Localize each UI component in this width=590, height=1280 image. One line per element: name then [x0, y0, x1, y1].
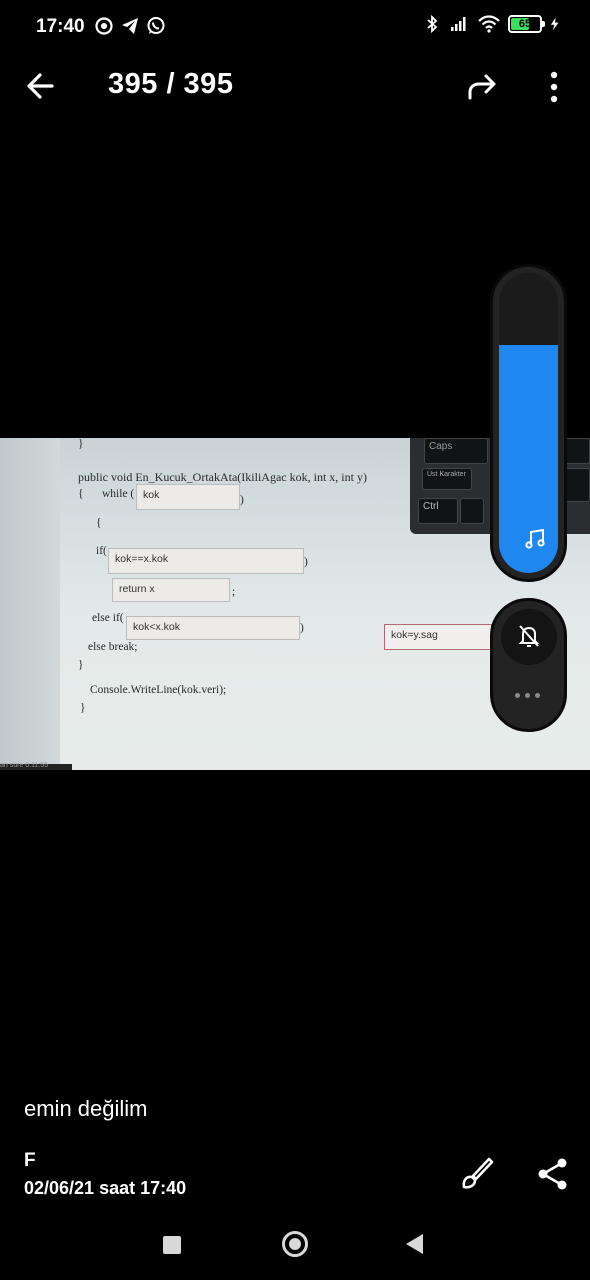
code-line: {	[78, 488, 84, 500]
code-line: {	[96, 517, 102, 529]
system-nav-bar	[0, 1218, 590, 1280]
image-counter: 395 / 395	[108, 68, 234, 100]
keyboard-key: Üst Karakter	[422, 468, 472, 490]
taskbar-text: an süre 0:11:55	[0, 762, 49, 769]
code-line: )	[304, 556, 308, 568]
code-line: Console.WriteLine(kok.veri);	[90, 684, 227, 696]
code-line: else if(	[92, 612, 124, 624]
code-line: )	[300, 622, 304, 634]
bell-off-icon	[518, 625, 540, 647]
code-line: }	[80, 702, 86, 714]
code-line: }	[78, 659, 84, 671]
answer-box: kok<x.kok	[126, 616, 300, 640]
telegram-icon	[122, 18, 138, 34]
volume-slider[interactable]	[499, 273, 558, 573]
more-horizontal-icon[interactable]	[515, 693, 540, 698]
square-icon[interactable]	[163, 1236, 181, 1254]
volume-panel	[490, 264, 567, 582]
sender-name: F	[24, 1150, 36, 1171]
battery-icon: 65	[508, 15, 545, 33]
forward-share-icon[interactable]	[462, 70, 502, 106]
answer-box: return x	[112, 578, 230, 602]
keyboard-key	[460, 498, 484, 524]
answer-box: kok=y.sag	[384, 624, 492, 650]
more-vertical-icon[interactable]	[540, 68, 568, 106]
triangle-back-icon[interactable]	[406, 1234, 423, 1254]
ringer-panel	[490, 598, 567, 732]
music-note-icon	[525, 528, 545, 549]
answer-box: kok	[136, 484, 240, 510]
image-caption: emin değilim	[24, 1096, 148, 1121]
share-icon[interactable]	[536, 1156, 570, 1192]
status-time: 17:40	[36, 16, 85, 37]
wifi-icon	[478, 15, 500, 33]
code-line: )	[240, 494, 244, 506]
arrow-left-icon[interactable]	[22, 68, 62, 104]
code-line: if(	[96, 545, 107, 557]
signal-icon	[451, 17, 466, 31]
whatsapp-icon	[147, 17, 165, 34]
code-line: }	[78, 438, 84, 450]
code-line: while (	[102, 488, 135, 500]
charging-icon	[550, 17, 559, 31]
code-line: else break;	[88, 641, 138, 653]
answer-box: kok==x.kok	[108, 548, 304, 574]
circle-icon[interactable]	[282, 1231, 308, 1257]
image-viewer-header: 395 / 395	[0, 56, 590, 116]
brush-icon[interactable]	[456, 1154, 496, 1194]
keyboard-key: Caps	[424, 438, 488, 464]
code-line: public void En_Kucuk_OrtakAta(IkiliAgac …	[78, 470, 367, 484]
status-bar: 17:40 65	[0, 0, 590, 54]
taskbar-strip: an süre 0:11:55	[0, 762, 72, 770]
location-target-icon	[95, 17, 113, 35]
battery-level: 65	[518, 18, 532, 30]
ringer-toggle-button[interactable]	[501, 609, 557, 665]
message-datetime: 02/06/21 saat 17:40	[24, 1178, 187, 1198]
bluetooth-icon	[427, 14, 438, 34]
keyboard-key	[564, 468, 590, 502]
code-line: ;	[232, 586, 236, 598]
keyboard-key: Ctrl	[418, 498, 458, 524]
